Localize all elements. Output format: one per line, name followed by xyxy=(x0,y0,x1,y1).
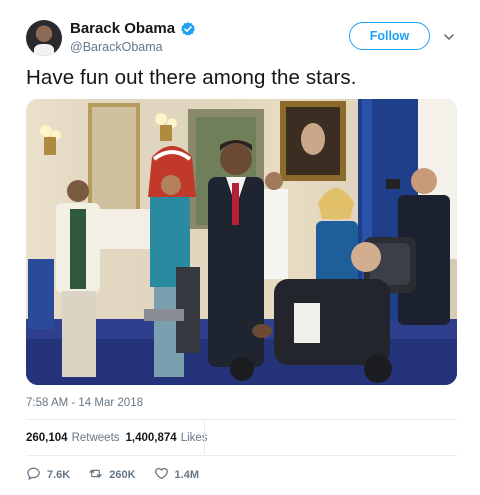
reply-button[interactable]: 7.6K xyxy=(26,466,70,484)
likes-stat[interactable]: 1,400,874 Likes xyxy=(126,432,208,444)
like-button[interactable]: 1.4M xyxy=(154,466,199,484)
tweet-photo[interactable] xyxy=(26,99,457,385)
retweets-count: 260,104 xyxy=(26,432,68,444)
retweet-count: 260K xyxy=(109,469,136,481)
chevron-down-icon[interactable] xyxy=(443,30,455,42)
verified-badge-icon xyxy=(180,21,196,37)
follow-button[interactable]: Follow xyxy=(349,22,430,50)
name-row: Barack Obama xyxy=(70,20,196,37)
tweet-header: Barack Obama @BarackObama Follow xyxy=(26,18,462,58)
stats-separator xyxy=(204,420,205,454)
tweet-stats: 260,104 Retweets 1,400,874 Likes xyxy=(26,432,208,444)
tweet-text: Have fun out there among the stars. xyxy=(26,66,357,89)
retweets-stat[interactable]: 260,104 Retweets xyxy=(26,432,120,444)
reply-count: 7.6K xyxy=(47,469,71,481)
tweet-timestamp[interactable]: 7:58 AM - 14 Mar 2018 xyxy=(26,397,143,409)
tweet-actions: 7.6K 260K 1.4M xyxy=(26,466,217,484)
likes-count: 1,400,874 xyxy=(125,432,177,444)
display-name[interactable]: Barack Obama xyxy=(70,20,175,37)
heart-icon xyxy=(154,466,169,484)
divider xyxy=(26,419,457,420)
user-handle[interactable]: @BarackObama xyxy=(70,40,163,54)
retweets-label: Retweets xyxy=(71,432,120,444)
reply-icon xyxy=(26,466,41,484)
avatar[interactable] xyxy=(26,20,62,56)
retweet-button[interactable]: 260K xyxy=(88,466,136,484)
like-count: 1.4M xyxy=(174,469,200,481)
retweet-icon xyxy=(88,466,103,484)
divider xyxy=(26,455,457,456)
